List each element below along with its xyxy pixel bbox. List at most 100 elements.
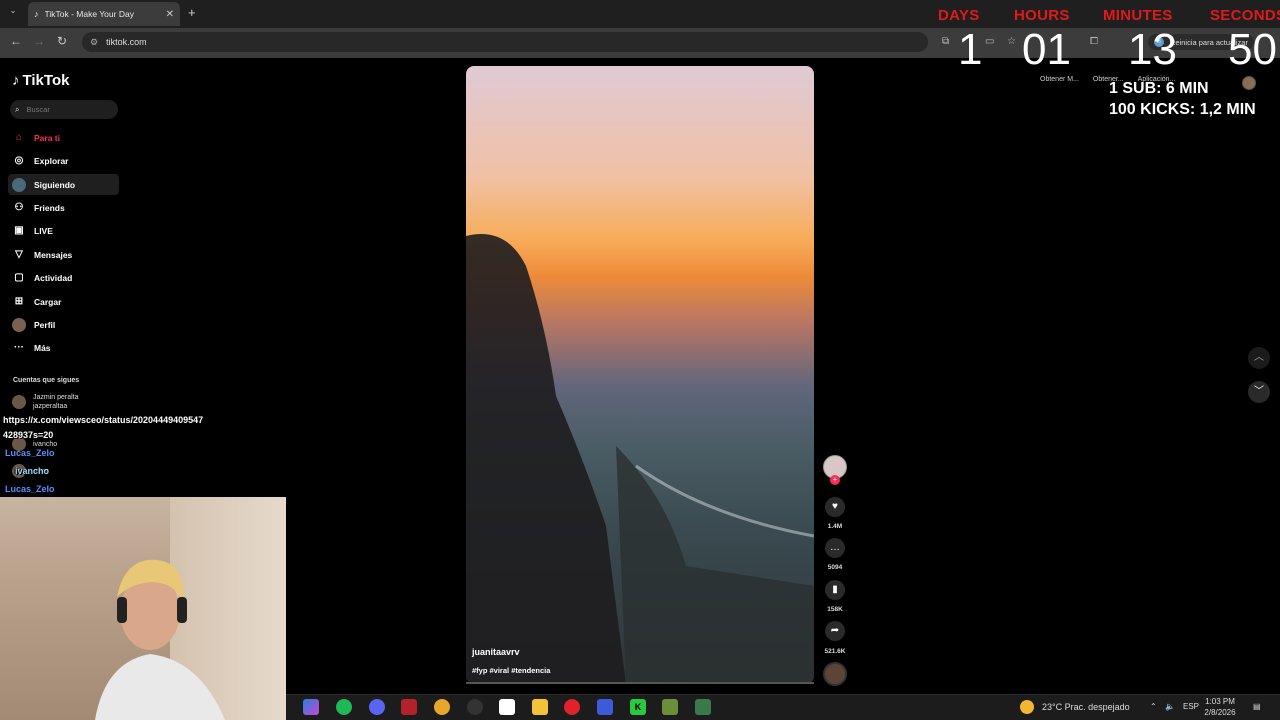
video-username[interactable]: juanitaavrv [472, 647, 520, 657]
tray-chevron-icon[interactable]: ⌃ [1150, 702, 1157, 711]
messages-icon: ▽ [15, 248, 23, 260]
file-explorer-icon[interactable] [532, 699, 548, 715]
follow-plus-icon[interactable]: + [830, 475, 840, 485]
close-tab-icon[interactable]: ✕ [166, 9, 174, 20]
app-icon[interactable] [695, 699, 711, 715]
sidebar-item-para-ti[interactable]: ⌂ Para ti [8, 127, 119, 148]
search-input[interactable]: ⌕ Buscar [10, 100, 118, 119]
minecraft-icon[interactable] [662, 699, 678, 715]
sidebar-item-friends[interactable]: ⚇ Friends [8, 197, 119, 218]
weather-text: 23°C Prac. despejado [1042, 702, 1130, 712]
countdown-days-value: 1 [958, 25, 983, 74]
tiktok-favicon-icon: ♪ [34, 9, 39, 19]
following-account[interactable]: Jazmin peralta jazperaltaa [12, 393, 79, 411]
upload-icon: ⊞ [14, 295, 24, 307]
music-disc-icon[interactable] [823, 662, 847, 686]
activity-icon: ▢ [14, 271, 24, 283]
sidebar-item-live[interactable]: ▣ LIVE [8, 220, 119, 241]
sub-goal-text: 1 SUB: 6 MIN [1109, 80, 1209, 97]
address-bar[interactable]: ⚙ tiktok.com [82, 32, 928, 52]
forward-icon[interactable]: → [33, 34, 45, 48]
sidebar-item-label: Cargar [34, 296, 62, 307]
sidebar-item-perfil[interactable]: Perfil [8, 314, 119, 335]
chat-username: Lucas_Zelo [5, 448, 55, 458]
like-button[interactable]: ♥ [825, 497, 845, 517]
sidebar-item-label: Friends [34, 202, 65, 213]
home-icon: ⌂ [15, 131, 23, 143]
chevron-up-icon: ︿ [1254, 352, 1264, 363]
clock-time: 1:03 PM [1205, 697, 1235, 706]
speaker-icon[interactable]: 🔈 [1165, 702, 1175, 711]
opera-icon[interactable] [564, 699, 580, 715]
app-icon[interactable] [597, 699, 613, 715]
app-icon[interactable] [401, 699, 417, 715]
bookmark-star-icon[interactable]: ☆ [1007, 36, 1016, 47]
tiktok-logo[interactable]: ♪ TikTok [12, 72, 69, 89]
cast-icon[interactable]: ▭ [985, 36, 994, 47]
save-count: 158K [827, 606, 843, 613]
spotify-icon[interactable] [336, 699, 352, 715]
sidebar-item-label: Más [34, 342, 51, 353]
bookmark-item[interactable]: Obtener M... [1040, 76, 1079, 83]
back-icon[interactable]: ← [10, 34, 22, 48]
next-video-button[interactable]: ﹀ [1248, 381, 1270, 403]
save-button[interactable]: ▮ [825, 580, 845, 600]
url-text: tiktok.com [106, 37, 147, 47]
obs-icon[interactable] [467, 699, 483, 715]
comment-count: 5094 [827, 564, 843, 571]
like-count: 1.4M [827, 523, 843, 530]
following-avatar-icon [12, 177, 26, 192]
chat-username: Lucas_Zelo [5, 484, 55, 494]
sidebar-item-mas[interactable]: ··· Más [8, 337, 119, 358]
live-icon: ▣ [14, 224, 24, 236]
following-handle: jazperaltaa [33, 403, 68, 410]
countdown-hours-value: 01 [1022, 25, 1071, 74]
video-hashtags[interactable]: #fyp #viral #tendencia [472, 666, 550, 675]
streamer-image [95, 559, 225, 720]
tiktok-note-icon: ♪ [12, 72, 20, 89]
friends-icon: ⚇ [14, 201, 24, 213]
search-placeholder: Buscar [26, 105, 50, 114]
weather-widget[interactable]: 23°C Prac. despejado [1020, 700, 1130, 714]
sidebar-item-label: Para ti [34, 132, 60, 143]
sidebar-item-label: LIVE [34, 225, 53, 236]
comment-button[interactable]: … [825, 538, 845, 558]
chrome-icon[interactable] [434, 699, 450, 715]
tab-title: TikTok - Make Your Day [44, 9, 134, 19]
system-clock[interactable]: 1:03 PM 2/8/2026 [1200, 696, 1240, 718]
browser-tab[interactable]: ♪ TikTok - Make Your Day ✕ [28, 2, 180, 26]
countdown-hours-label: HOURS [1014, 7, 1070, 24]
sidebar-item-mensajes[interactable]: ▽ Mensajes [8, 244, 119, 265]
app-icon[interactable] [499, 699, 515, 715]
sidebar-item-label: Perfil [34, 319, 56, 330]
chat-link: https://x.com/viewsceo/status/2020444940… [3, 415, 204, 425]
notification-icon[interactable]: ▤ [1253, 702, 1261, 711]
video-progress-bar[interactable] [466, 682, 814, 684]
site-info-icon[interactable]: ⚙ [90, 37, 98, 48]
sidebar-item-explorar[interactable]: ◎ Explorar [8, 150, 119, 171]
extensions-icon[interactable]: ⧠ [1090, 36, 1098, 47]
copilot-icon[interactable] [303, 699, 319, 715]
kick-icon[interactable]: K [630, 699, 646, 715]
reload-icon[interactable]: ↻ [57, 34, 67, 48]
previous-video-button[interactable]: ︿ [1248, 347, 1270, 369]
sidebar-item-actividad[interactable]: ▢ Actividad [8, 267, 119, 288]
sidebar-item-cargar[interactable]: ⊞ Cargar [8, 291, 119, 312]
countdown-seconds-value: 50 [1228, 26, 1277, 74]
bookmarks-avatar[interactable] [1242, 76, 1256, 90]
countdown-minutes-label: MINUTES [1103, 7, 1173, 24]
sidebar-item-siguiendo[interactable]: Siguiendo [8, 174, 119, 195]
tab-list-button[interactable]: ⌄ [6, 6, 20, 20]
new-tab-button[interactable]: + [188, 5, 196, 20]
sidebar-item-label: Mensajes [34, 249, 73, 260]
translate-icon[interactable]: ⧉ [942, 36, 949, 47]
share-button[interactable]: ➦ [825, 621, 845, 641]
more-icon: ··· [14, 341, 24, 353]
following-header: Cuentas que sigues [13, 377, 80, 384]
language-indicator[interactable]: ESP [1183, 702, 1199, 711]
kicks-goal-text: 100 KICKS: 1,2 MIN [1109, 101, 1256, 118]
video-player[interactable] [466, 66, 814, 684]
chat-username: ivancho [15, 466, 50, 476]
chat-link-cont: 428937s=20 [3, 430, 54, 440]
discord-icon[interactable] [369, 699, 385, 715]
